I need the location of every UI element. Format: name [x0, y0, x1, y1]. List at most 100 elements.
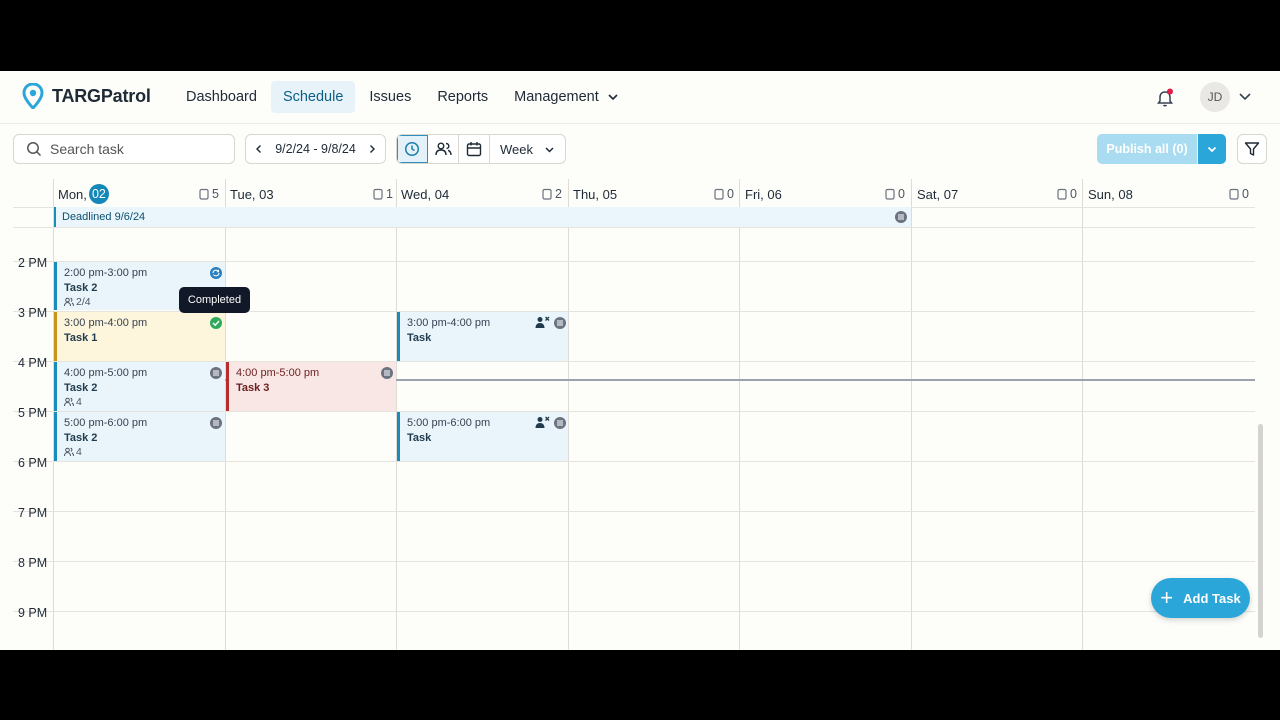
chevron-down-icon: [1207, 146, 1217, 153]
nav-management[interactable]: Management: [502, 81, 631, 113]
event-card[interactable]: 4:00 pm-5:00 pm Task 3: [226, 362, 396, 411]
nav-issues[interactable]: Issues: [357, 81, 423, 113]
event-time: 4:00 pm-5:00 pm: [64, 367, 148, 379]
event-card[interactable]: 3:00 pm-4:00 pm Task: [397, 312, 568, 361]
task-count: 1: [373, 187, 393, 201]
chevron-left-icon[interactable]: [254, 144, 264, 154]
date-range-label[interactable]: 9/2/24 - 9/8/24: [275, 142, 356, 156]
task-count-value: 5: [212, 187, 219, 201]
task-count-value: 0: [898, 187, 905, 201]
event-title: Task 1: [64, 332, 98, 344]
add-task-label: Add Task: [1183, 590, 1241, 606]
event-title: Task: [407, 332, 432, 344]
day-header-tue[interactable]: Tue, 03: [230, 182, 274, 206]
search-input[interactable]: [50, 141, 220, 157]
task-count: 0: [885, 187, 905, 201]
clipboard-icon: [542, 188, 552, 200]
day-name: Sun, 08: [1088, 186, 1133, 202]
time-view-button[interactable]: [397, 135, 428, 163]
day-header-fri[interactable]: Fri, 06: [745, 182, 782, 206]
event-time: 5:00 pm-6:00 pm: [64, 417, 148, 429]
period-select[interactable]: Week: [490, 135, 565, 163]
publish-split-button: Publish all (0): [1097, 134, 1226, 164]
event-time: 2:00 pm-3:00 pm: [64, 267, 148, 279]
grid-line: [1082, 179, 1083, 650]
event-title: Task 2: [64, 432, 98, 444]
hour-label: 3 PM: [18, 306, 48, 320]
chevron-down-icon: [545, 146, 554, 153]
event-assignees: 4: [64, 445, 225, 459]
nav-dashboard[interactable]: Dashboard: [174, 81, 269, 113]
hour-label: 2 PM: [18, 256, 48, 270]
user-remove-icon: [535, 416, 550, 428]
list-icon: [554, 417, 566, 429]
publish-all-button[interactable]: Publish all (0): [1097, 134, 1197, 164]
publish-options-button[interactable]: [1197, 134, 1226, 164]
filter-button[interactable]: [1237, 134, 1267, 164]
event-assignee-count: 4: [76, 396, 82, 408]
top-header: TARGPatrol Dashboard Schedule Issues Rep…: [0, 71, 1280, 124]
day-header-sat[interactable]: Sat, 07: [917, 182, 958, 206]
list-icon: [381, 367, 393, 379]
grid-line: [739, 179, 740, 650]
status-tooltip: Completed: [179, 287, 250, 313]
day-header-sun[interactable]: Sun, 08: [1088, 182, 1133, 206]
search-box[interactable]: [13, 134, 235, 164]
task-count: 5: [199, 187, 219, 201]
event-card[interactable]: 3:00 pm-4:00 pm Task 1: [54, 312, 225, 361]
event-time: 4:00 pm-5:00 pm: [236, 367, 320, 379]
day-header-mon[interactable]: Mon, 02: [58, 182, 109, 206]
chevron-down-icon: [608, 94, 618, 101]
period-select-value: Week: [500, 141, 533, 157]
recurring-icon: [210, 267, 222, 279]
grid-line: [568, 179, 569, 650]
users-icon: [64, 297, 74, 307]
clipboard-icon: [714, 188, 724, 200]
day-name: Mon,: [58, 186, 87, 202]
calendar-scrollbar[interactable]: [1258, 424, 1263, 638]
nav-reports[interactable]: Reports: [425, 81, 500, 113]
task-count: 0: [714, 187, 734, 201]
task-count-value: 0: [1242, 187, 1249, 201]
task-count: 0: [1057, 187, 1077, 201]
hour-label: 7 PM: [18, 506, 48, 520]
grid-line: [13, 227, 1255, 228]
hour-label: 9 PM: [18, 606, 48, 620]
app-logo[interactable]: TARGPatrol: [22, 83, 151, 109]
people-view-button[interactable]: [428, 135, 459, 163]
event-card[interactable]: 4:00 pm-5:00 pm Task 2 4: [54, 362, 225, 411]
users-icon: [64, 397, 74, 407]
grid-line: [13, 511, 1255, 512]
main-nav: Dashboard Schedule Issues Reports Manage…: [174, 81, 633, 113]
hour-label: 4 PM: [18, 356, 48, 370]
add-task-button[interactable]: + Add Task: [1151, 578, 1250, 618]
week-calendar: Mon, 02 5 Tue, 03 1 Wed, 04 2 Thu, 05 0 …: [0, 179, 1264, 650]
event-title: Task 3: [236, 382, 270, 394]
event-title: Task 2: [64, 382, 98, 394]
check-circle-icon[interactable]: [209, 316, 223, 330]
event-card[interactable]: 5:00 pm-6:00 pm Task 2 4: [54, 412, 225, 461]
plus-icon: +: [1160, 585, 1174, 610]
calendar-icon: [466, 142, 482, 157]
nav-schedule[interactable]: Schedule: [270, 81, 356, 113]
user-avatar[interactable]: JD: [1200, 82, 1230, 112]
bell-icon: [1157, 88, 1173, 107]
task-count: 0: [1229, 187, 1249, 201]
clipboard-icon: [885, 188, 895, 200]
calendar-view-button[interactable]: [459, 135, 490, 163]
app-root: TARGPatrol Dashboard Schedule Issues Rep…: [0, 71, 1280, 650]
event-card[interactable]: 5:00 pm-6:00 pm Task: [397, 412, 568, 461]
chevron-right-icon[interactable]: [367, 144, 377, 154]
grid-line: [911, 179, 912, 650]
day-header-thu[interactable]: Thu, 05: [573, 182, 617, 206]
clipboard-icon: [373, 188, 383, 200]
hour-label: 5 PM: [18, 406, 48, 420]
chevron-down-icon[interactable]: [1238, 91, 1252, 103]
notifications-button[interactable]: [1155, 88, 1175, 113]
day-name: Wed, 04: [401, 186, 450, 202]
event-assignee-count: 4: [76, 446, 82, 458]
task-count-value: 0: [727, 187, 734, 201]
day-header-wed[interactable]: Wed, 04: [401, 182, 449, 206]
deadline-banner[interactable]: Deadlined 9/6/24: [54, 207, 911, 227]
list-icon: [210, 417, 222, 429]
